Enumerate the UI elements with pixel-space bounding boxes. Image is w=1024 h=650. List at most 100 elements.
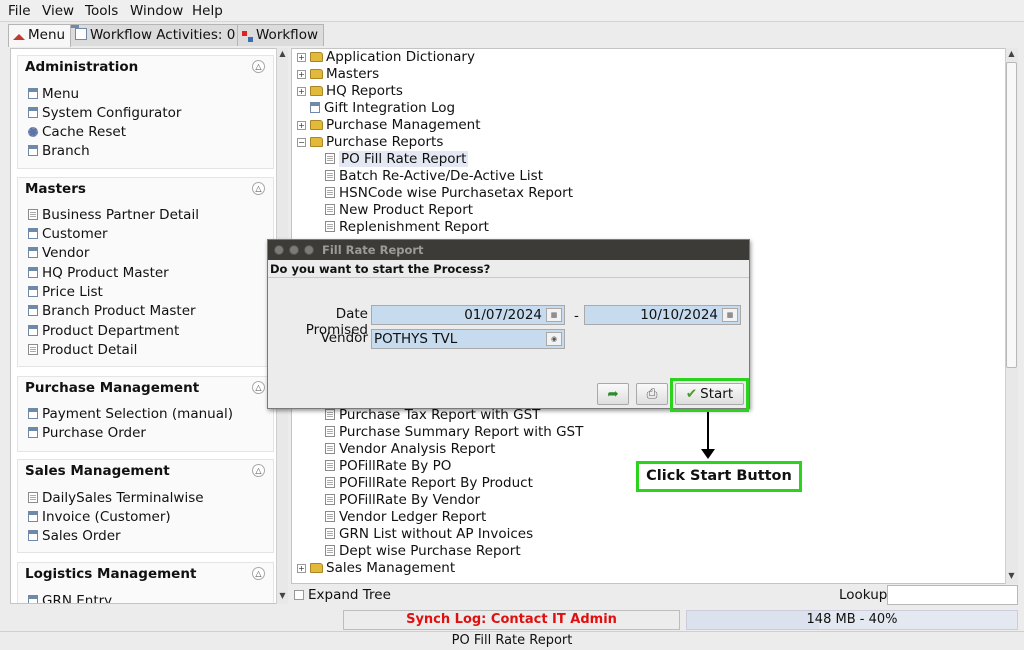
sidebar-item-price-list[interactable]: Price List [28, 284, 103, 300]
process-dialog: Fill Rate Report Do you want to start th… [267, 239, 750, 412]
collapse-icon[interactable]: △ [252, 60, 265, 73]
tree-item-report[interactable]: POFillRate Report By Product [325, 475, 533, 491]
collapse-icon[interactable]: △ [252, 567, 265, 580]
collapse-icon[interactable]: △ [252, 381, 265, 394]
expand-icon[interactable]: + [297, 87, 306, 96]
workflow-icon [242, 31, 247, 36]
menu-file[interactable]: File [8, 3, 31, 19]
expand-icon[interactable]: + [297, 121, 306, 130]
tree-label: Gift Integration Log [324, 100, 456, 116]
sidebar-item-business-partner-detail[interactable]: Business Partner Detail [28, 207, 199, 223]
sidebar-item-product-department[interactable]: Product Department [28, 323, 179, 339]
tree-folder-masters[interactable]: + Masters [297, 66, 379, 82]
group-title: Sales Management [25, 463, 170, 479]
sidebar-item-invoice-customer[interactable]: Invoice (Customer) [28, 509, 171, 525]
tree-folder-sales-management[interactable]: + Sales Management [297, 560, 455, 576]
menu-help[interactable]: Help [192, 3, 223, 19]
collapse-icon[interactable]: △ [252, 182, 265, 195]
sidebar-item-product-detail[interactable]: Product Detail [28, 342, 137, 358]
expand-icon[interactable]: + [297, 70, 306, 79]
tree-folder-purchase-management[interactable]: + Purchase Management [297, 117, 481, 133]
menu-window[interactable]: Window [130, 3, 183, 19]
report-icon [325, 221, 335, 232]
sidebar-item-label: Price List [42, 284, 103, 300]
checkbox-icon[interactable] [294, 590, 304, 600]
tree-item-report[interactable]: HSNCode wise Purchasetax Report [325, 185, 573, 201]
close-icon[interactable] [274, 245, 284, 255]
maximize-icon[interactable] [304, 245, 314, 255]
window-icon [28, 325, 38, 336]
sidebar-item-vendor[interactable]: Vendor [28, 245, 89, 261]
tree-item-report[interactable]: Replenishment Report [325, 219, 489, 235]
calendar-icon[interactable]: ▦ [546, 308, 562, 322]
tab-workflow-label: Workflow [256, 27, 318, 43]
menu-tools[interactable]: Tools [85, 3, 118, 19]
expand-icon[interactable]: + [297, 564, 306, 573]
start-button[interactable]: ✔ Start [675, 383, 744, 405]
group-sales-management: Sales Management △ DailySales Terminalwi… [17, 459, 274, 553]
lookup-icon[interactable]: ◉ [546, 332, 562, 346]
sidebar-item-menu[interactable]: Menu [28, 86, 79, 102]
next-button[interactable]: ➦ [597, 383, 629, 405]
sidebar-item-grn-entry[interactable]: GRN Entry [28, 593, 112, 603]
tree-folder-hq-reports[interactable]: + HQ Reports [297, 83, 403, 99]
minimize-icon[interactable] [289, 245, 299, 255]
sidebar-item-purchase-order[interactable]: Purchase Order [28, 425, 146, 441]
scrollbar-thumb[interactable] [1006, 62, 1017, 368]
tree-item-report[interactable]: New Product Report [325, 202, 473, 218]
folder-icon [310, 563, 323, 573]
tree-item-report[interactable]: Batch Re-Active/De-Active List [325, 168, 543, 184]
date-range-separator: - [574, 308, 579, 324]
menu-view[interactable]: View [42, 3, 74, 19]
expand-icon[interactable]: + [297, 53, 306, 62]
menu-bar: File View Tools Window Help [0, 0, 1024, 22]
date-from-field[interactable]: 01/07/2024 ▦ [371, 305, 565, 325]
scroll-down-icon[interactable]: ▼ [1006, 570, 1017, 582]
group-logistics-management: Logistics Management △ GRN Entry [17, 562, 274, 603]
tree-item-report[interactable]: Purchase Summary Report with GST [325, 424, 583, 440]
tree-folder-purchase-reports[interactable]: − Purchase Reports [297, 134, 443, 150]
tab-workflow-activities[interactable]: Workflow Activities: 0 [70, 24, 242, 46]
window-icon [28, 427, 38, 438]
tree-item-report[interactable]: POFillRate By Vendor [325, 492, 480, 508]
tree-item-gift-integration-log[interactable]: Gift Integration Log [310, 100, 455, 116]
tab-workflow[interactable]: Workflow [237, 24, 324, 46]
report-icon [325, 187, 335, 198]
dialog-titlebar[interactable]: Fill Rate Report [268, 240, 749, 260]
tree-item-report[interactable]: Purchase Tax Report with GST [325, 407, 540, 423]
sidebar-item-cache-reset[interactable]: Cache Reset [28, 124, 126, 140]
sidebar-item-label: Customer [42, 226, 108, 242]
tree-item-po-fill-rate-report[interactable]: PO Fill Rate Report [325, 151, 469, 167]
print-button[interactable]: ⎙ [636, 383, 668, 405]
tab-menu[interactable]: Menu [8, 24, 72, 47]
sidebar-item-system-configurator[interactable]: System Configurator [28, 105, 181, 121]
sidebar-item-customer[interactable]: Customer [28, 226, 108, 242]
synch-log-status[interactable]: Synch Log: Contact IT Admin [343, 610, 680, 630]
collapse-tree-icon[interactable]: − [297, 138, 306, 147]
tree-item-report[interactable]: Dept wise Purchase Report [325, 543, 521, 559]
tree-item-report[interactable]: GRN List without AP Invoices [325, 526, 533, 542]
expand-tree-checkbox[interactable]: Expand Tree [294, 587, 391, 603]
sidebar-item-label: System Configurator [42, 105, 182, 121]
sidebar-item-branch[interactable]: Branch [28, 143, 90, 159]
date-to-field[interactable]: 10/10/2024 ▦ [584, 305, 741, 325]
collapse-icon[interactable]: △ [252, 464, 265, 477]
tree-folder-application-dictionary[interactable]: + Application Dictionary [297, 49, 475, 65]
sidebar-item-hq-product-master[interactable]: HQ Product Master [28, 265, 169, 281]
sidebar-item-dailysales-terminalwise[interactable]: DailySales Terminalwise [28, 490, 204, 506]
lookup-input[interactable] [887, 585, 1018, 605]
sidebar-item-payment-selection[interactable]: Payment Selection (manual) [28, 406, 233, 422]
tree-label: POFillRate Report By Product [339, 475, 533, 491]
home-icon [13, 34, 25, 40]
vendor-field[interactable]: POTHYS TVL ◉ [371, 329, 565, 349]
scroll-up-icon[interactable]: ▲ [1006, 48, 1017, 60]
scroll-down-icon[interactable]: ▼ [277, 590, 288, 602]
tree-item-report[interactable]: Vendor Ledger Report [325, 509, 486, 525]
sidebar-item-sales-order[interactable]: Sales Order [28, 528, 121, 544]
group-title: Administration [25, 59, 139, 75]
sidebar-item-branch-product-master[interactable]: Branch Product Master [28, 303, 196, 319]
calendar-icon[interactable]: ▦ [722, 308, 738, 322]
scroll-up-icon[interactable]: ▲ [277, 48, 288, 60]
tree-item-report[interactable]: POFillRate By PO [325, 458, 451, 474]
tree-item-report[interactable]: Vendor Analysis Report [325, 441, 495, 457]
